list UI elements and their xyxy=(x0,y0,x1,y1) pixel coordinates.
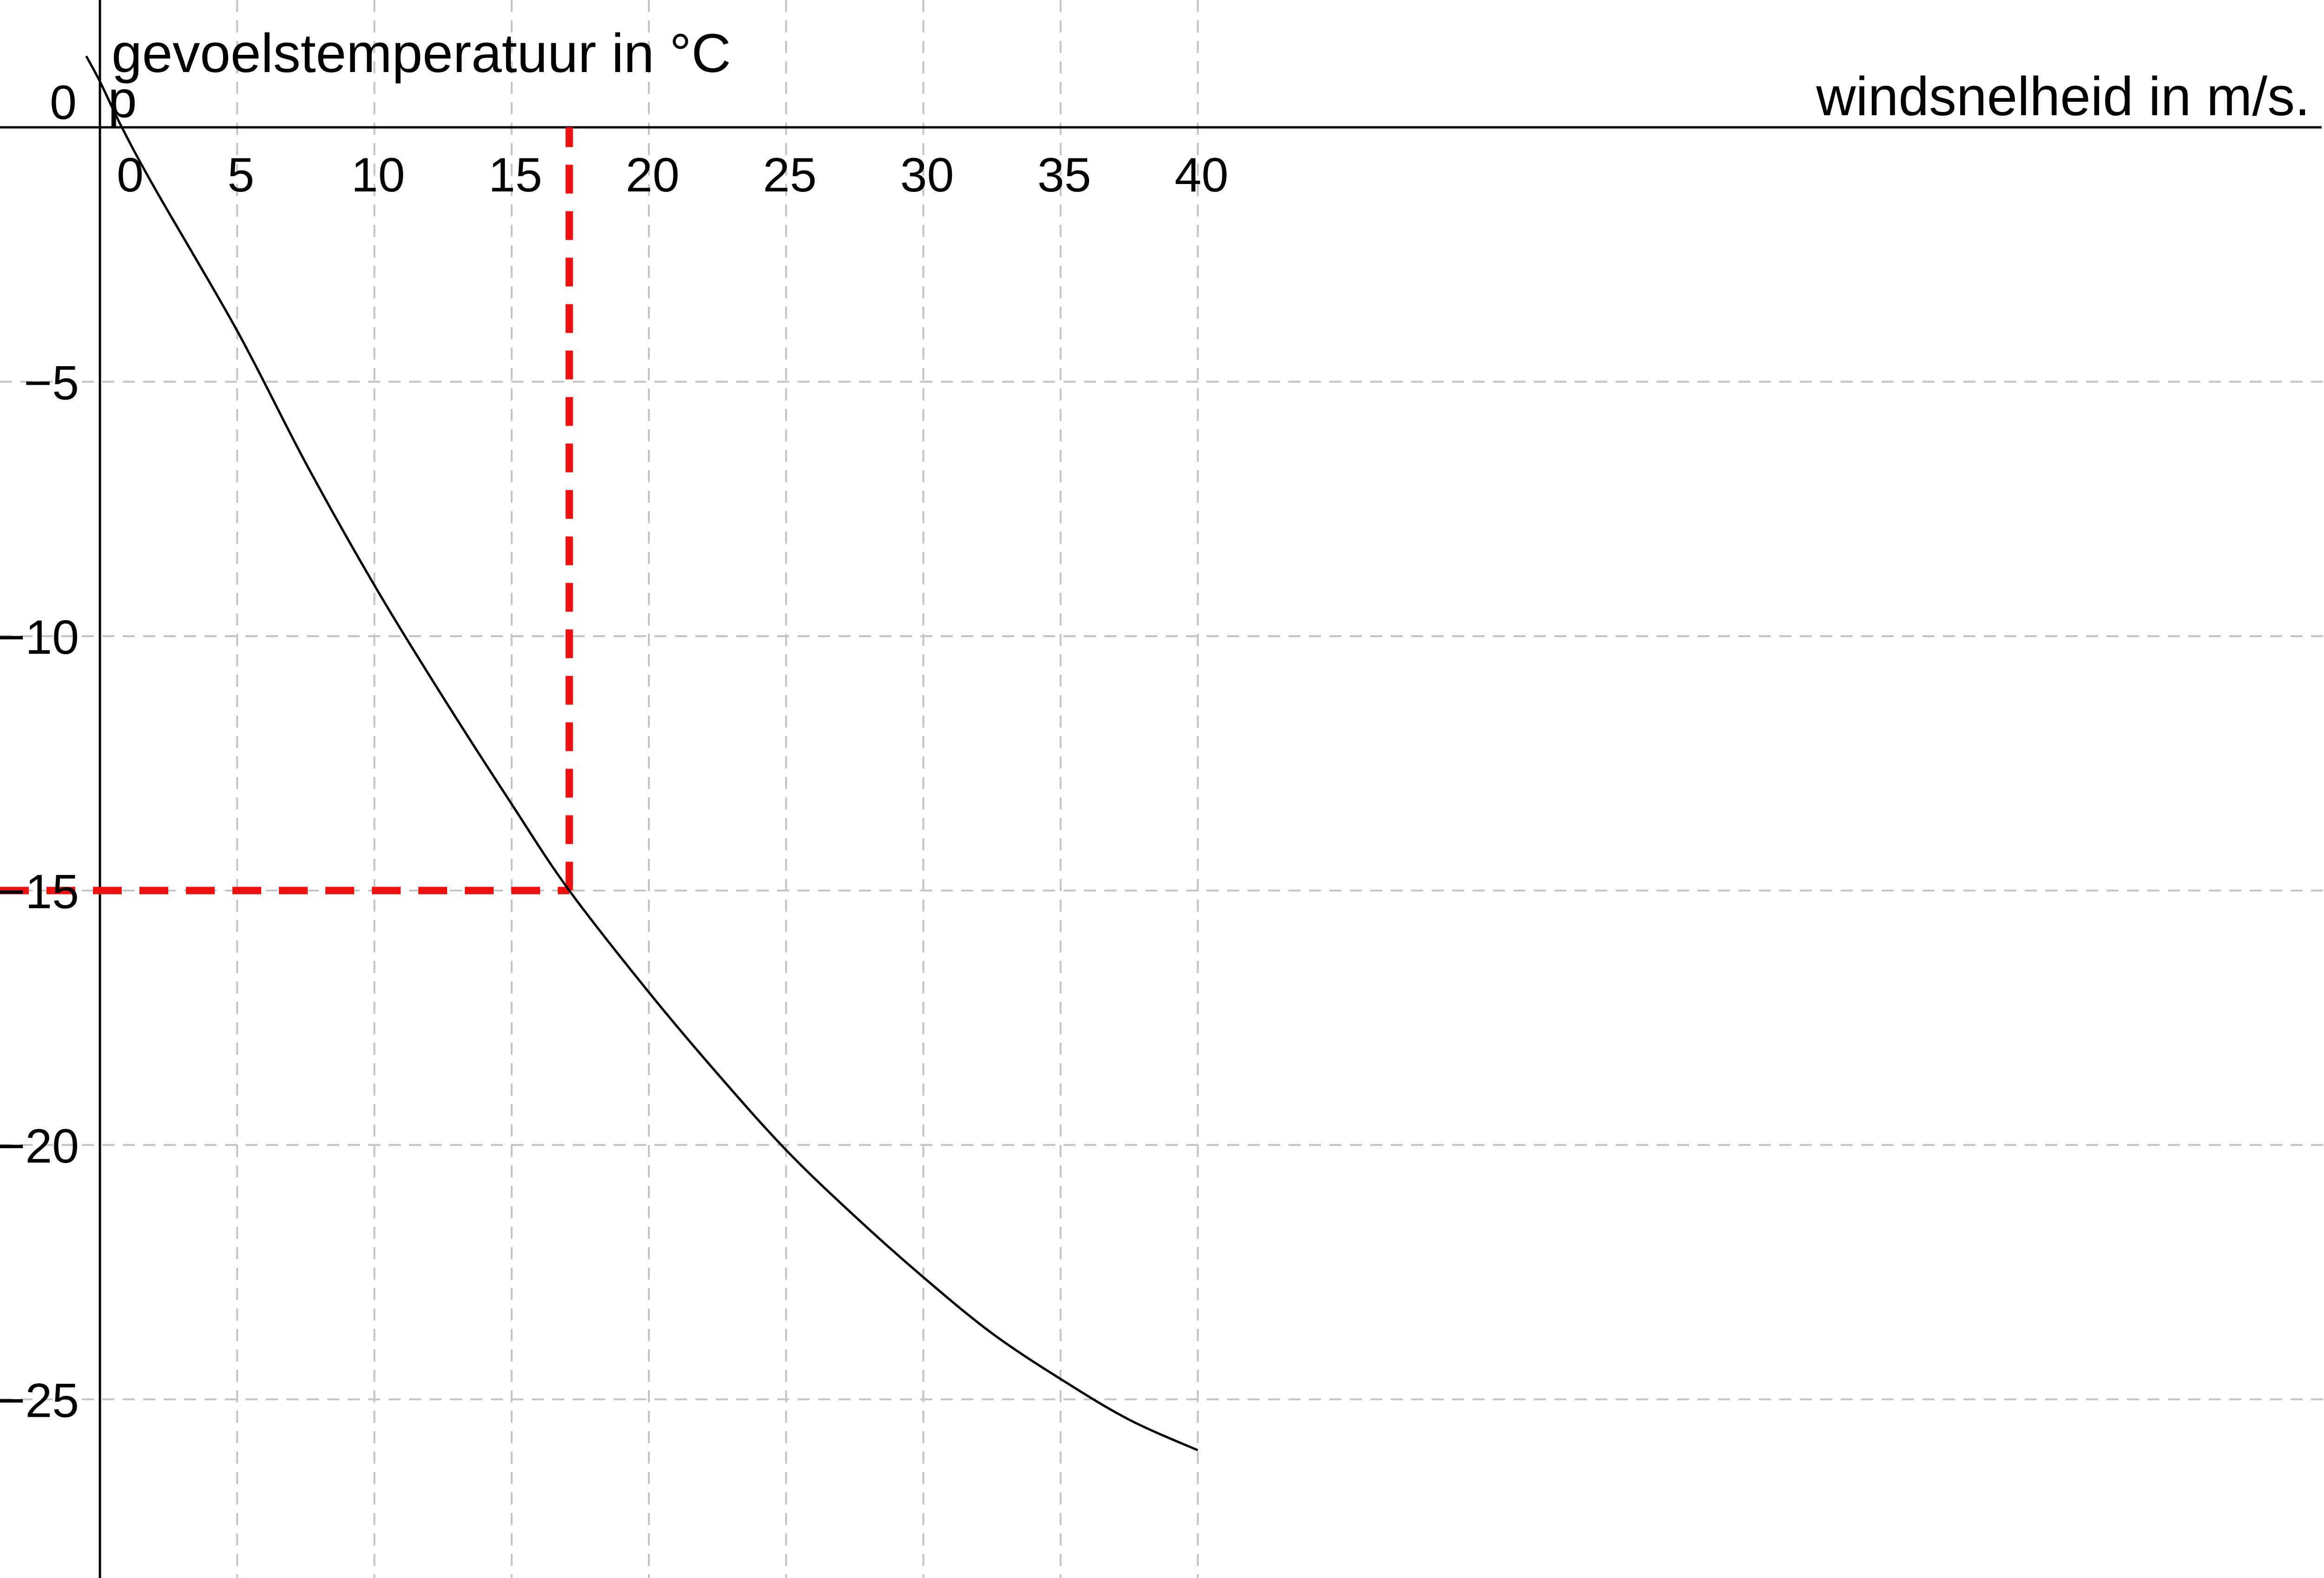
x-tick-label: 5 xyxy=(227,148,254,202)
x-tick-label: 0 xyxy=(117,148,144,202)
chart: gevoelstemperatuur in °C windsnelheid in… xyxy=(0,0,2324,1578)
x-tick-label: 25 xyxy=(763,148,817,202)
x-tick-label: 30 xyxy=(900,148,954,202)
x-tick-label: 40 xyxy=(1175,148,1228,202)
x-axis-label: windsnelheid in m/s. xyxy=(1816,66,2310,127)
y-tick-label: −10 xyxy=(0,611,79,664)
axes xyxy=(0,0,2322,1578)
reference-lines xyxy=(0,127,573,894)
y-tick-label: −15 xyxy=(0,865,79,919)
x-tick-label: 20 xyxy=(626,148,680,202)
x-tick-label: 10 xyxy=(351,148,405,202)
x-tick-label: 35 xyxy=(1037,148,1091,202)
y-tick-label: −20 xyxy=(0,1119,79,1173)
series-line xyxy=(85,55,1199,1452)
series-group xyxy=(85,55,1199,1452)
y-tick-label: 0 xyxy=(50,76,77,130)
point-label-p: p xyxy=(108,70,137,128)
y-axis-label: gevoelstemperatuur in °C xyxy=(112,23,731,84)
y-tick-label: −5 xyxy=(24,356,79,410)
x-tick-label: 15 xyxy=(489,148,542,202)
grid xyxy=(0,0,2324,1578)
y-tick-label: −25 xyxy=(0,1374,79,1428)
labels: gevoelstemperatuur in °C windsnelheid in… xyxy=(0,23,2310,1428)
